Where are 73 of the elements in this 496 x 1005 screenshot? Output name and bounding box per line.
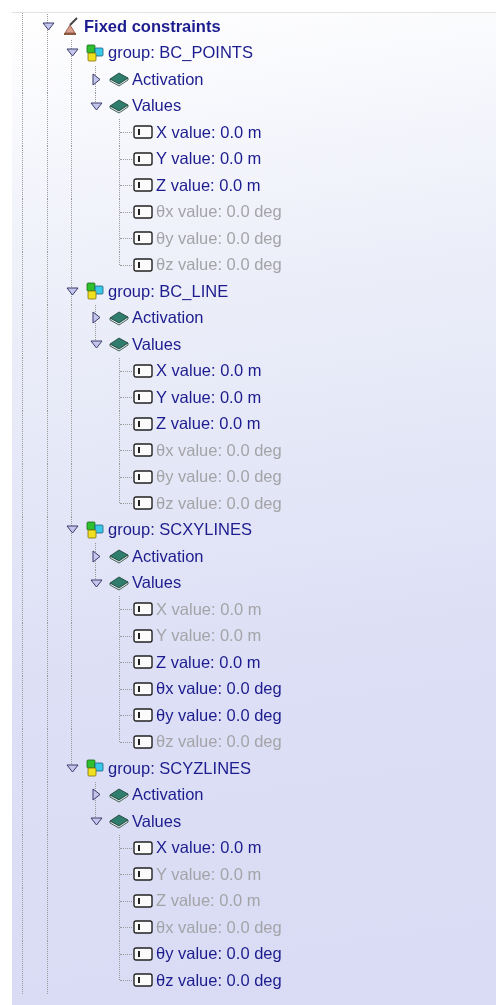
tree-item[interactable]: X value: 0.0 m [156,838,262,858]
field-icon [133,867,153,882]
field-icon [133,840,153,855]
tree-item[interactable]: Y value: 0.0 m [156,387,262,407]
field-icon [133,125,153,140]
tree-item[interactable]: group: SCYZLINES [108,758,252,778]
expand-toggle[interactable] [65,284,79,298]
field-icon [133,708,153,723]
tree-item[interactable]: group: BC_LINE [108,281,229,301]
expand-toggle[interactable] [89,549,103,563]
tree-item[interactable]: θx value: 0.0 deg [156,679,282,699]
field-icon [133,231,153,246]
expand-toggle[interactable] [65,762,79,775]
field-icon [133,893,153,908]
book-icon [109,574,129,591]
field-icon [133,469,153,484]
field-icon [133,681,153,696]
tree-item[interactable]: group: SCXYLINES [108,520,252,540]
book-icon [109,97,129,114]
book-icon [109,309,129,326]
tree-item[interactable]: group: BC_POINTS [108,43,253,63]
book-icon [109,813,129,830]
field-icon [133,257,153,272]
tree-item[interactable]: Values [132,573,182,593]
tree-item[interactable]: Values [132,96,182,116]
field-icon [133,390,153,405]
tree-item[interactable]: θy value: 0.0 deg [156,705,282,725]
field-icon [133,363,153,378]
expand-toggle[interactable] [89,576,103,590]
tree-item[interactable]: Fixed constraints [84,16,221,36]
expand-toggle[interactable] [89,99,103,113]
field-icon [133,496,153,511]
book-icon [109,548,129,565]
cubes-icon [85,281,105,302]
tree-item[interactable]: X value: 0.0 m [156,361,262,381]
book-icon [109,71,129,88]
expand-toggle[interactable] [41,20,55,33]
field-icon [133,734,153,749]
field-icon [133,602,153,617]
cubes-icon [85,758,105,779]
tree-item[interactable]: X value: 0.0 m [156,122,262,142]
book-icon [109,336,129,353]
field-icon [133,416,153,431]
support-icon [61,16,81,37]
field-icon [133,946,153,961]
tree-item[interactable]: Z value: 0.0 m [156,414,261,434]
expand-toggle[interactable] [89,72,103,86]
expand-toggle[interactable] [89,788,103,802]
field-icon [133,628,153,643]
tree-item[interactable]: Values [132,334,182,354]
tree-item[interactable]: Values [132,811,182,831]
field-icon [133,920,153,935]
field-icon [133,443,153,458]
cubes-icon [85,519,105,540]
field-icon [133,151,153,166]
field-icon [133,973,153,988]
tree-item[interactable]: Activation [132,546,204,566]
field-icon [133,204,153,219]
expand-toggle[interactable] [89,815,103,828]
tree-item[interactable]: θz value: 0.0 deg [156,970,282,990]
tree-item[interactable]: Activation [132,69,204,89]
expand-toggle[interactable] [89,311,103,325]
book-icon [109,786,129,803]
tree-item[interactable]: Z value: 0.0 m [156,652,261,672]
tree-item[interactable]: Activation [132,785,204,805]
expand-toggle[interactable] [89,338,103,351]
tree-item[interactable]: Z value: 0.0 m [156,175,261,195]
tree-item[interactable]: Y value: 0.0 m [156,149,262,169]
tree-item[interactable]: Activation [132,308,204,328]
field-icon [133,178,153,193]
tree-item[interactable]: θy value: 0.0 deg [156,944,282,964]
cubes-icon [85,42,105,63]
field-icon [133,655,153,670]
